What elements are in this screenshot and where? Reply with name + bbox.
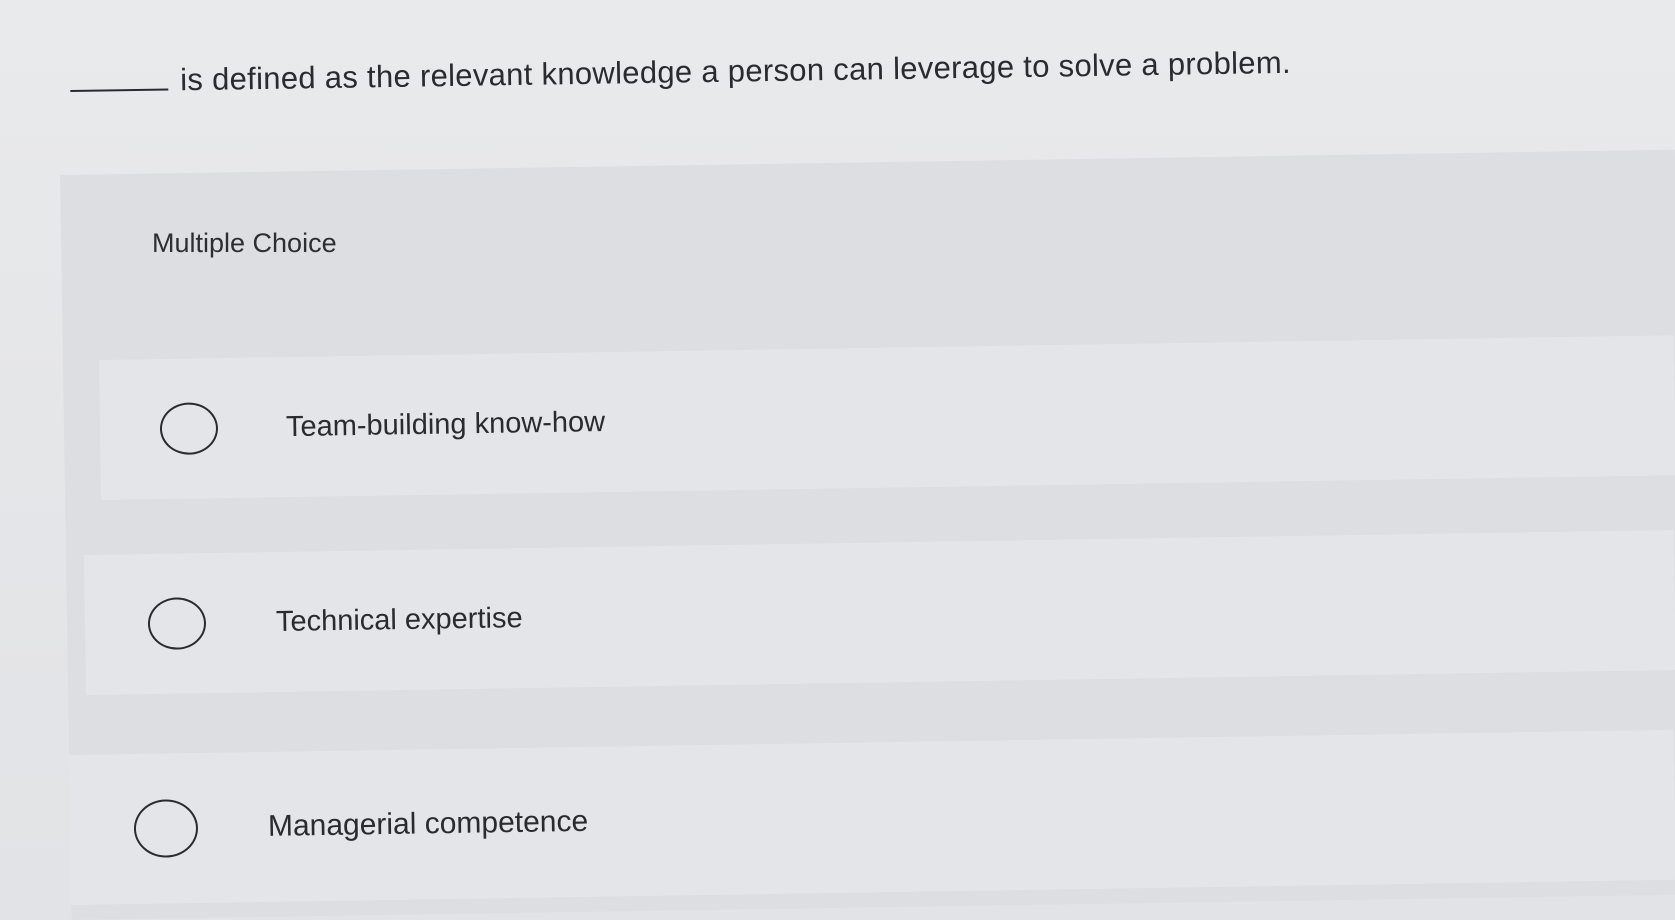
answer-option-1[interactable]: Team-building know-how <box>98 335 1675 500</box>
radio-button-icon[interactable] <box>159 402 219 456</box>
quiz-page: is defined as the relevant knowledge a p… <box>0 0 1675 920</box>
radio-button-icon[interactable] <box>147 597 207 651</box>
answer-option-2[interactable]: Technical expertise <box>83 530 1675 695</box>
answer-option-3[interactable]: Managerial competence <box>68 729 1675 905</box>
fill-in-blank-line <box>70 88 169 92</box>
answer-option-label: Managerial competence <box>267 804 589 843</box>
answer-option-label: Technical expertise <box>275 601 523 638</box>
question-type-label: Multiple Choice <box>152 228 337 258</box>
question-text: is defined as the relevant knowledge a p… <box>179 44 1292 98</box>
radio-button-icon[interactable] <box>133 798 199 858</box>
answer-option-label: Team-building know-how <box>285 405 606 443</box>
question-prompt: is defined as the relevant knowledge a p… <box>70 16 1571 100</box>
